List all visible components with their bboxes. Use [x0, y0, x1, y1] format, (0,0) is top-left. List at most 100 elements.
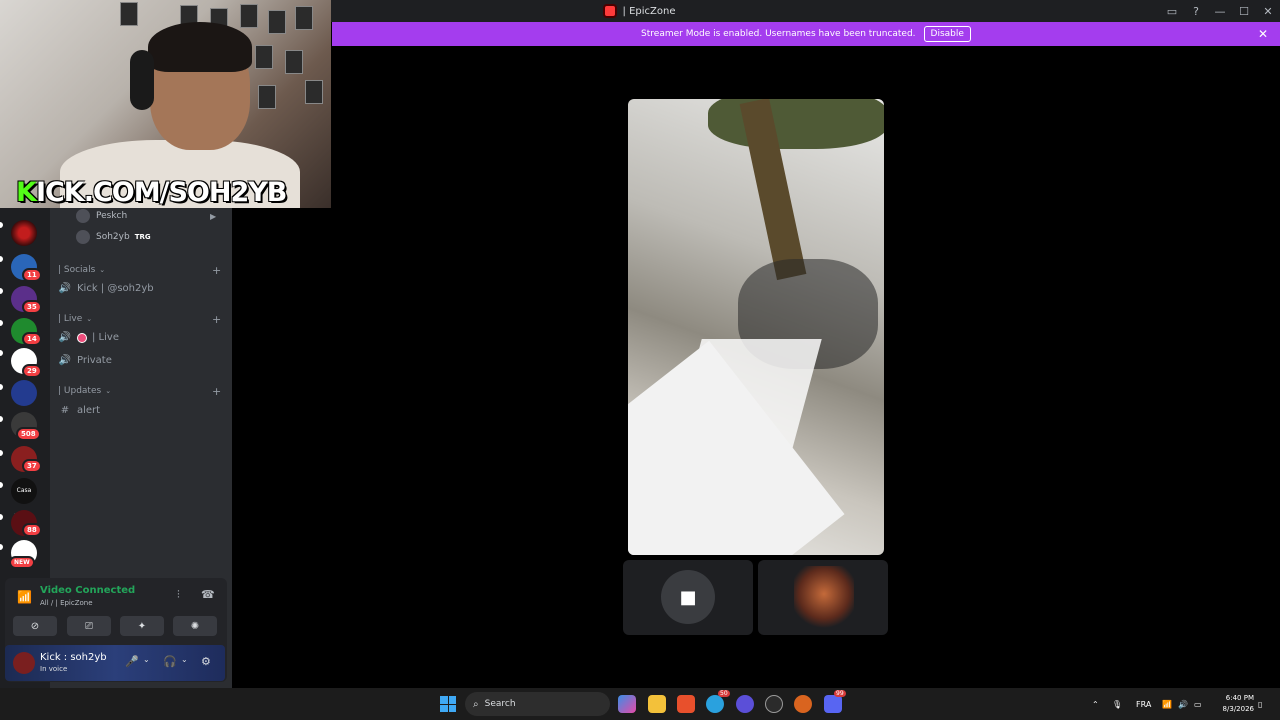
- username[interactable]: Kick : soh2yb: [40, 652, 107, 663]
- channel-label: Kick | @soh2yb: [77, 283, 154, 294]
- new-badge: NEW: [9, 556, 35, 569]
- activities-button[interactable]: ✦: [120, 616, 164, 636]
- close-icon[interactable]: ✕: [1258, 27, 1268, 41]
- headphones-icon[interactable]: 🎧: [163, 655, 177, 668]
- unread-pip: [0, 544, 3, 550]
- app-icon[interactable]: [765, 695, 783, 713]
- mention-badge: 29: [22, 364, 42, 378]
- server-icon[interactable]: [11, 220, 37, 246]
- wall-poster: [268, 10, 286, 34]
- unread-pip: [0, 384, 3, 390]
- microphone-icon[interactable]: 🎙: [1112, 688, 1122, 720]
- camera-off-icon: ⊘: [30, 620, 40, 632]
- add-channel-icon[interactable]: +: [212, 264, 221, 277]
- app-icon[interactable]: [794, 695, 812, 713]
- avatar: [76, 209, 90, 223]
- app-icon[interactable]: [736, 695, 754, 713]
- participant-tile[interactable]: ■: [623, 560, 753, 635]
- notification-icon[interactable]: ▯: [1258, 688, 1262, 720]
- mention-badge: 14: [22, 332, 42, 346]
- connection-channel[interactable]: All / | EpicZone: [40, 599, 93, 607]
- taskbar-search[interactable]: ⌕ Search: [465, 692, 610, 716]
- participant-tile[interactable]: [758, 560, 888, 635]
- minimize-button[interactable]: —: [1208, 5, 1232, 18]
- telegram-badge: 50: [718, 690, 730, 697]
- voice-channel[interactable]: 🔊 | Live: [58, 332, 119, 343]
- screen-share-button[interactable]: ⎚: [67, 616, 111, 636]
- speaker-icon: 🔊: [58, 332, 72, 343]
- discord-icon[interactable]: [824, 695, 842, 713]
- chevron-down-icon[interactable]: ⌄: [181, 655, 188, 664]
- add-channel-icon[interactable]: +: [212, 385, 221, 398]
- connection-status[interactable]: Video Connected: [40, 585, 135, 596]
- microphone-icon[interactable]: 🎤: [125, 655, 139, 668]
- clock[interactable]: 6:40 PM 8/3/2026: [1212, 693, 1254, 715]
- windows-start-icon[interactable]: [440, 696, 456, 712]
- kick-logo-letter: K: [16, 177, 37, 208]
- chevron-down-icon[interactable]: ⌄: [143, 655, 150, 664]
- avatar: [76, 230, 90, 244]
- text-channel[interactable]: # alert: [58, 405, 100, 416]
- camera-off-button[interactable]: ⊘: [13, 616, 57, 636]
- voice-user[interactable]: Peskch ▶: [76, 209, 216, 223]
- server-icon[interactable]: Casa Nostra: [11, 478, 37, 520]
- window-title: | EpicZone: [622, 5, 676, 17]
- voice-channel[interactable]: 🔊 Kick | @soh2yb: [58, 283, 154, 294]
- help-icon[interactable]: ?: [1184, 5, 1208, 18]
- video-camera-icon: ■: [661, 570, 715, 624]
- unread-pip: [0, 222, 3, 228]
- copilot-icon[interactable]: [618, 695, 636, 713]
- brave-icon[interactable]: [677, 695, 695, 713]
- chevron-up-icon[interactable]: ⌃: [1092, 688, 1099, 720]
- taskbar: ⌕ Search 50 99 ⌃ 🎙 FRA 📶 🔊 ▭ 6:40 PM 8/3…: [0, 688, 1280, 720]
- discord-badge: 99: [834, 690, 846, 697]
- category-live[interactable]: | Live ⌄ +: [58, 313, 221, 326]
- telegram-icon[interactable]: [706, 695, 724, 713]
- avatar[interactable]: [13, 652, 35, 674]
- channel-label: Private: [77, 355, 112, 366]
- maximize-button[interactable]: ☐: [1232, 5, 1256, 18]
- battery-icon[interactable]: ▭: [1194, 688, 1202, 720]
- activities-icon: ✦: [137, 620, 147, 632]
- category-socials[interactable]: | Socials ⌄ +: [58, 264, 221, 277]
- add-channel-icon[interactable]: +: [212, 313, 221, 326]
- close-window-button[interactable]: ✕: [1256, 5, 1280, 18]
- headset: [130, 50, 154, 110]
- gear-icon[interactable]: ⚙: [201, 655, 211, 668]
- mention-badge: 11: [22, 268, 42, 282]
- category-updates[interactable]: | Updates ⌄ +: [58, 385, 221, 398]
- discord-window: | EpicZone ▭ ? — ☐ ✕ Streamer Mode is en…: [0, 0, 1280, 720]
- banner-text: Streamer Mode is enabled. Usernames have…: [641, 29, 916, 39]
- webcam-overlay: KICK.COM/SOH2YB: [0, 0, 331, 208]
- kick-url-rest: ICK.COM/SOH2YB: [35, 177, 287, 208]
- disconnect-icon[interactable]: ☎: [201, 588, 215, 601]
- voice-channel[interactable]: 🔊 Private: [58, 355, 112, 366]
- soundboard-button[interactable]: ✺: [173, 616, 217, 636]
- unread-pip: [0, 350, 3, 356]
- voice-user[interactable]: Soh2yb TRG: [76, 230, 151, 244]
- file-explorer-icon[interactable]: [648, 695, 666, 713]
- noise-suppression-icon[interactable]: ⫶: [177, 588, 180, 602]
- speaker-icon: 🔊: [58, 355, 72, 366]
- server-icon[interactable]: [11, 380, 37, 406]
- clock-date: 8/3/2026: [1222, 705, 1254, 713]
- unread-pip: [0, 288, 3, 294]
- wall-poster: [285, 50, 303, 74]
- wall-poster: [305, 80, 323, 104]
- wifi-icon[interactable]: 📶: [1162, 688, 1172, 720]
- main-video-stream[interactable]: [628, 99, 884, 555]
- wall-poster: [240, 4, 258, 28]
- disable-button[interactable]: Disable: [923, 26, 971, 42]
- volume-icon[interactable]: 🔊: [1178, 688, 1188, 720]
- category-label: | Updates: [58, 386, 102, 396]
- chevron-down-icon: ⌄: [105, 387, 112, 395]
- channel-label: alert: [77, 405, 101, 416]
- unread-pip: [0, 256, 3, 262]
- speaker-icon: 🔊: [58, 283, 72, 294]
- unread-pip: [0, 320, 3, 326]
- inbox-icon[interactable]: ▭: [1160, 5, 1184, 18]
- language-indicator[interactable]: FRA: [1136, 688, 1151, 720]
- mention-badge: 37: [22, 459, 42, 473]
- signal-icon: 📶: [17, 590, 32, 604]
- user-status: In voice: [40, 665, 68, 673]
